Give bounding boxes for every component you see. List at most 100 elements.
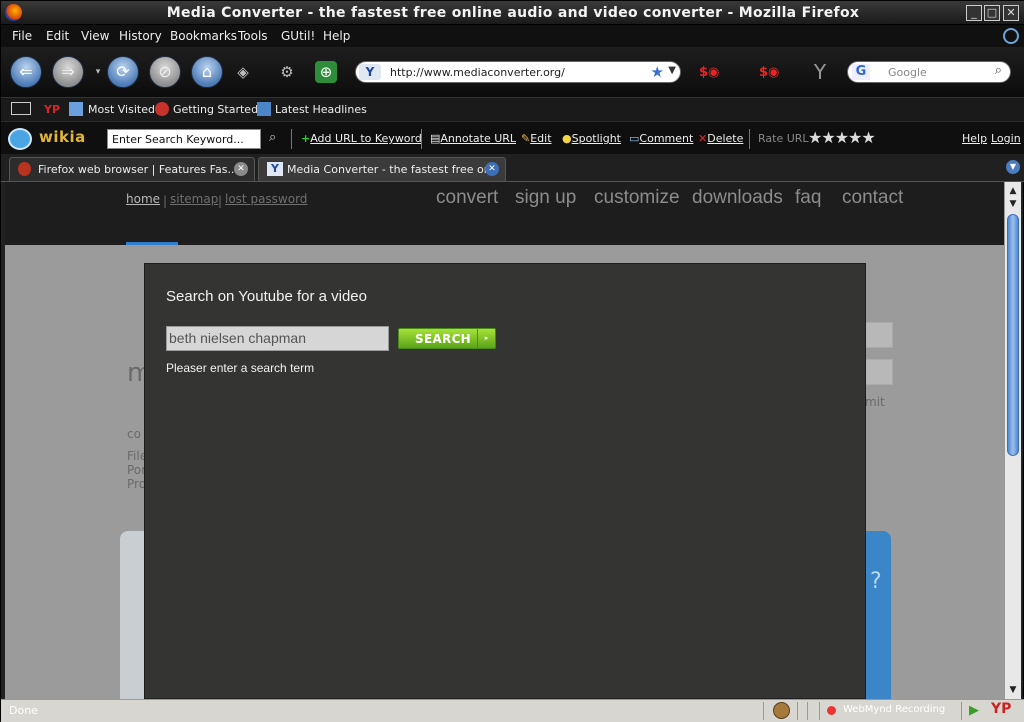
nav-sign-up[interactable]: sign up [515, 187, 576, 209]
vertical-scrollbar[interactable]: ▲ ▼ ▼ [1004, 182, 1021, 699]
wikia-globe-icon[interactable] [8, 128, 32, 150]
menu-file[interactable]: File [12, 29, 32, 43]
plus-icon: + [301, 132, 311, 145]
menu-history[interactable]: History [119, 29, 162, 43]
yp-bookmark[interactable]: YP [44, 103, 60, 116]
google-engine-icon[interactable]: G [852, 64, 870, 80]
addon-badge-icon[interactable]: $◉ [699, 65, 721, 80]
bookmark-latest-headlines[interactable]: Latest Headlines [275, 103, 367, 116]
divider [749, 129, 750, 149]
keyword-search-input[interactable]: Enter Search Keyword... [107, 129, 261, 149]
menu-view[interactable]: View [81, 29, 109, 43]
home-link[interactable]: home [126, 192, 160, 206]
site-identity-icon[interactable]: Y [359, 64, 381, 80]
status-text: Done [9, 704, 38, 717]
tab-label: Media Converter - the fastest free onli.… [287, 163, 487, 176]
wikia-logo-text[interactable]: wikia [39, 128, 86, 146]
menu-edit[interactable]: Edit [46, 29, 69, 43]
y-logo-icon[interactable]: Y [811, 62, 829, 82]
site-header: home | sitemap | lost password convert s… [5, 182, 1004, 245]
status-bar: Done WebMynd Recording ▶ YP [1, 699, 1024, 722]
history-dropdown-icon[interactable]: ▾ [89, 63, 107, 81]
bg-input-field [865, 359, 893, 385]
nav-customize[interactable]: customize [594, 187, 680, 209]
bg-fragment: co [127, 427, 141, 441]
menu-tools[interactable]: Tools [238, 29, 268, 43]
nav-faq[interactable]: faq [795, 187, 821, 209]
menu-help[interactable]: Help [323, 29, 350, 43]
nav-downloads[interactable]: downloads [692, 187, 783, 209]
rss-feed-icon [257, 102, 271, 116]
bookmarks-toolbar: YP Most Visited Getting Started Latest H… [1, 97, 1024, 121]
nav-contact[interactable]: contact [842, 187, 903, 209]
webmynd-recording-label[interactable]: WebMynd Recording [843, 704, 945, 715]
maximize-button[interactable]: □ [984, 5, 1000, 21]
browser-window: Media Converter - the fastest free onlin… [0, 0, 1024, 722]
addon-green-icon[interactable]: ⊕ [315, 61, 337, 83]
greasemonkey-icon[interactable] [773, 702, 790, 719]
navigation-toolbar: ⇐ ⇒ ▾ ⟳ ⊘ ⌂ ◈ ⚙ ⊕ Y http://www.mediaconv… [1, 47, 1024, 97]
tab-close-icon[interactable]: ✕ [485, 162, 499, 176]
tab-media-converter[interactable]: Y Media Converter - the fastest free onl… [258, 157, 506, 181]
menu-gutil[interactable]: GUtil! [281, 29, 315, 43]
bookmark-star-icon[interactable]: ★ [651, 63, 664, 81]
bg-fragment: mit [865, 395, 885, 409]
youtube-search-input[interactable]: beth nielsen chapman [166, 326, 389, 351]
url-text[interactable]: http://www.mediaconverter.org/ [390, 66, 565, 79]
comment-link[interactable]: ▭Comment [629, 132, 693, 145]
add-url-link[interactable]: +Add URL to Keyword [301, 132, 422, 145]
validation-message: Pleaser enter a search term [166, 361, 315, 375]
tab-close-icon[interactable]: ✕ [234, 162, 248, 176]
lost-password-link[interactable]: lost password [225, 192, 307, 206]
search-dropdown-arrow-icon[interactable]: ▸ [477, 329, 495, 348]
forward-button[interactable]: ⇒ [52, 56, 84, 88]
back-button[interactable]: ⇐ [10, 56, 42, 88]
bookmark-getting-started[interactable]: Getting Started [173, 103, 258, 116]
search-button[interactable]: SEARCH ▸ [398, 328, 496, 349]
home-button[interactable]: ⌂ [191, 56, 223, 88]
help-link[interactable]: Help [962, 132, 987, 145]
url-dropdown-icon[interactable]: ▼ [668, 65, 676, 76]
reload-button[interactable]: ⟳ [107, 56, 139, 88]
tab-firefox-features[interactable]: Firefox web browser | Features Fas... ✕ [9, 157, 255, 181]
search-placeholder[interactable]: Google [888, 66, 927, 79]
close-button[interactable]: ✕ [1003, 5, 1019, 21]
gear-icon[interactable]: ⚙ [278, 63, 296, 81]
scroll-up-arrow-icon[interactable]: ▲ [1006, 184, 1020, 198]
menu-bar: File Edit View History Bookmarks Tools G… [1, 25, 1024, 47]
nav-convert[interactable]: convert [436, 187, 498, 209]
scrollbar-thumb[interactable] [1007, 214, 1019, 456]
search-magnifier-icon[interactable]: ⌕ [995, 63, 1002, 78]
media-converter-favicon-icon: Y [267, 162, 283, 176]
play-icon[interactable]: ▶ [969, 703, 979, 718]
bookmarks-folder-icon[interactable] [11, 102, 31, 115]
tab-list-icon[interactable]: ▼ [1006, 160, 1020, 174]
scroll-down-arrow-icon[interactable]: ▼ [1006, 683, 1020, 697]
title-bar: Media Converter - the fastest free onlin… [1, 1, 1024, 25]
menu-bookmarks[interactable]: Bookmarks [170, 29, 237, 43]
rating-stars[interactable]: ★★★★★ [808, 128, 876, 147]
most-visited-icon [69, 102, 83, 116]
minimize-button[interactable]: _ [966, 5, 982, 21]
wikia-toolbar: wikia Enter Search Keyword... ⌕ +Add URL… [1, 121, 1024, 154]
status-divider [961, 702, 962, 720]
stop-button[interactable]: ⊘ [149, 56, 181, 88]
annotate-url-link[interactable]: ▤Annotate URL [430, 132, 516, 145]
status-divider [763, 702, 764, 720]
addon-badge-icon-2[interactable]: $◉ [759, 65, 781, 80]
delete-link[interactable]: ✕Delete [698, 132, 743, 145]
url-bar[interactable]: Y http://www.mediaconverter.org/ ★ ▼ [355, 61, 681, 83]
edit-link[interactable]: ✎Edit [521, 132, 552, 145]
bg-fragment: ? [870, 569, 882, 594]
scroll-down-arrow-icon[interactable]: ▼ [1006, 197, 1020, 211]
search-bar[interactable]: G Google ⌕ [847, 61, 1011, 83]
shield-icon[interactable]: ◈ [234, 63, 252, 81]
login-link[interactable]: Login [991, 132, 1021, 145]
status-divider [819, 702, 820, 720]
spotlight-link[interactable]: ●Spotlight [562, 132, 621, 145]
yp-status-icon[interactable]: YP [991, 701, 1011, 717]
bookmark-most-visited[interactable]: Most Visited [88, 103, 155, 116]
sitemap-link[interactable]: sitemap [170, 192, 218, 206]
keyword-search-icon[interactable]: ⌕ [269, 130, 276, 145]
page-icon: ▤ [430, 132, 441, 145]
